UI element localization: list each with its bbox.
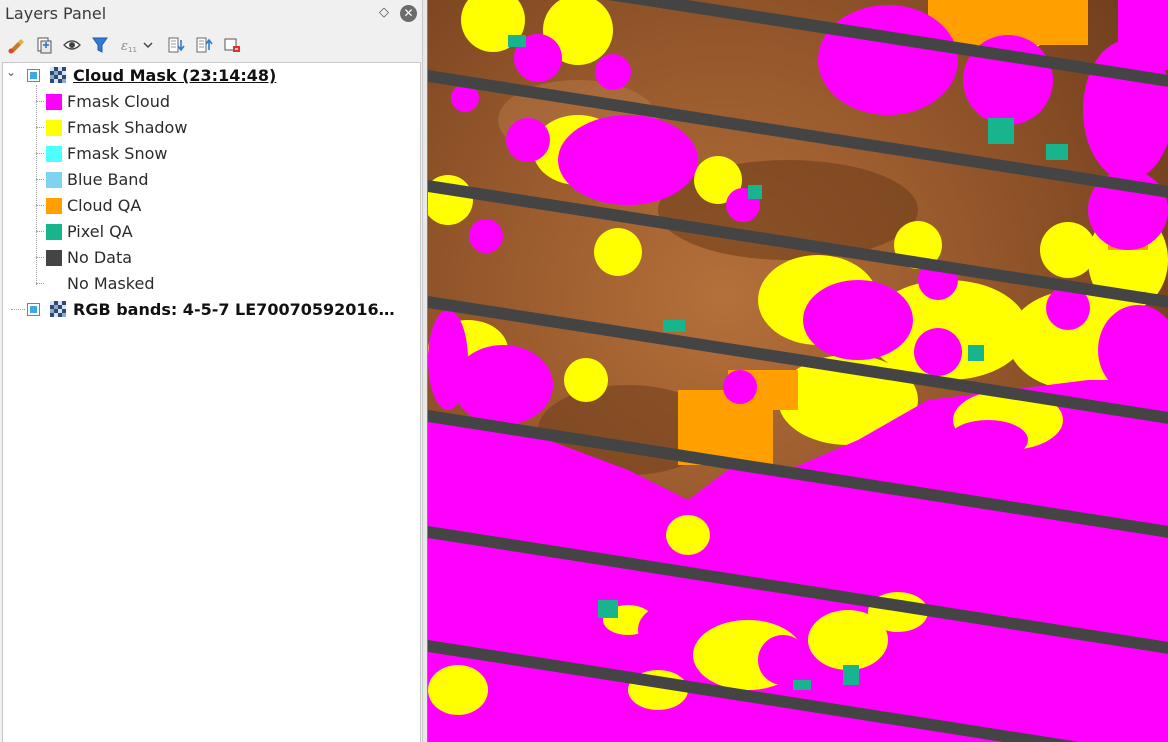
legend-swatch [46,250,62,266]
layer-checkbox[interactable] [27,303,40,316]
layer-row-cloud-mask[interactable]: ⌄ Cloud Mask (23:14:48) [3,63,420,89]
legend-label: Fmask Cloud [67,92,170,111]
remove-layer-icon[interactable] [221,35,243,55]
legend-swatch [46,172,62,188]
legend-item: Fmask Cloud [3,89,420,115]
panel-title: Layers Panel [5,4,107,23]
close-panel-icon[interactable]: ✕ [400,5,417,22]
legend-label: Fmask Snow [67,144,168,163]
panel-header: Layers Panel ◇ ✕ [0,0,422,28]
dropdown-arrow-icon[interactable] [141,35,155,55]
legend-item: Blue Band [3,167,420,193]
legend-item: No Data [3,245,420,271]
cloud-mask-raster [428,0,1168,742]
legend-swatch [46,224,62,240]
filter-expression-icon[interactable]: ε 11 [117,35,139,55]
legend-item: Fmask Snow [3,141,420,167]
legend-item: Fmask Shadow [3,115,420,141]
legend-label: Fmask Shadow [67,118,188,137]
legend-swatch [46,94,62,110]
legend-swatch [46,146,62,162]
float-panel-icon[interactable]: ◇ [379,5,389,20]
layer-name: Cloud Mask (23:14:48) [73,66,277,85]
svg-text:11: 11 [128,46,137,54]
filter-legend-icon[interactable] [89,35,111,55]
legend-label: No Data [67,248,133,267]
collapse-all-icon[interactable] [193,35,215,55]
svg-text:ε: ε [121,39,128,54]
legend-item: Pixel QA [3,219,420,245]
legend-label: No Masked [67,274,155,293]
layer-row-rgb-bands[interactable]: RGB bands: 4-5-7 LE70070592016… [3,297,420,323]
legend-label: Blue Band [67,170,149,189]
visibility-eye-icon[interactable] [61,35,83,55]
style-manager-icon[interactable] [5,35,27,55]
layer-checkbox[interactable] [27,69,40,82]
expand-all-icon[interactable] [165,35,187,55]
layers-panel: Layers Panel ◇ ✕ ε 11 ⌄ Cloud Mask (23:1… [0,0,422,742]
map-canvas[interactable] [427,0,1168,742]
legend-swatch [46,120,62,136]
layer-tree: ⌄ Cloud Mask (23:14:48) Fmask Cloud Fmas… [2,62,421,742]
chevron-down-icon[interactable]: ⌄ [6,65,16,79]
legend-item: Cloud QA [3,193,420,219]
layer-name: RGB bands: 4-5-7 LE70070592016… [73,300,395,319]
add-group-icon[interactable] [33,35,55,55]
raster-layer-icon [50,67,66,83]
legend-label: Pixel QA [67,222,133,241]
raster-layer-icon [50,301,66,317]
legend-item: No Masked [3,271,420,297]
legend-label: Cloud QA [67,196,142,215]
layers-toolbar: ε 11 [0,31,422,59]
legend-swatch [46,198,62,214]
